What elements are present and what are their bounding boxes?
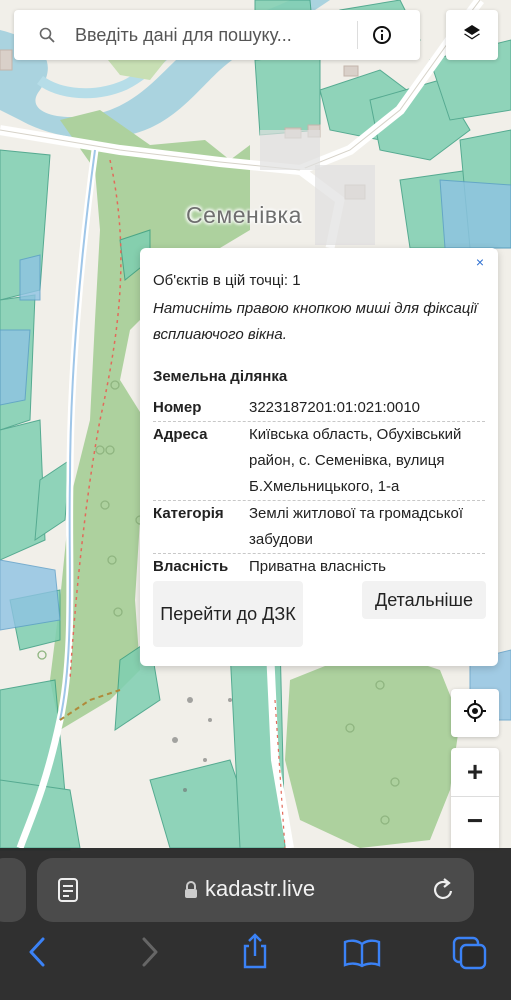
info-icon[interactable] xyxy=(371,24,393,46)
search-input[interactable] xyxy=(73,23,352,47)
layers-icon xyxy=(462,23,482,48)
row-ownership: Власність Приватна власність xyxy=(153,554,485,580)
back-icon[interactable] xyxy=(27,935,47,974)
row-value: Київська область, Обухівський район, с. … xyxy=(249,426,462,495)
close-icon[interactable]: × xyxy=(476,254,484,270)
reload-icon[interactable] xyxy=(430,876,456,909)
reader-mode-icon[interactable] xyxy=(56,877,80,908)
search-icon xyxy=(39,27,55,43)
row-number: Номер 3223187201:01:021:0010 xyxy=(153,395,485,421)
search-bar xyxy=(14,10,420,60)
parcel-popup: × Об'єктів в цій точці: 1 Натисніть прав… xyxy=(140,248,498,666)
row-address: Адреса Київська область, Обухівський рай… xyxy=(153,422,485,500)
tabs-icon[interactable] xyxy=(452,936,488,975)
objects-count: Об'єктів в цій точці: 1 xyxy=(153,272,301,289)
forward-icon[interactable] xyxy=(140,935,160,974)
locate-button[interactable] xyxy=(451,689,499,737)
previous-tab-edge[interactable] xyxy=(0,858,26,922)
row-key: Категорія xyxy=(153,505,224,522)
zoom-in-button[interactable]: + xyxy=(451,748,499,796)
row-category: Категорія Землі житлової та громадської … xyxy=(153,501,485,553)
zoom-out-button[interactable]: − xyxy=(451,797,499,845)
go-to-dzk-button[interactable]: Перейти до ДЗК xyxy=(153,581,303,647)
row-value: Приватна власність xyxy=(249,558,386,575)
place-label: Семенівка xyxy=(186,202,302,228)
row-key: Номер xyxy=(153,399,202,416)
row-value: 3223187201:01:021:0010 xyxy=(249,399,421,416)
share-icon[interactable] xyxy=(240,932,270,975)
row-key: Власність xyxy=(153,558,229,575)
url-text: kadastr.live xyxy=(205,876,316,901)
popup-hint: Натисніть правою кнопкою миші для фіксац… xyxy=(153,300,478,343)
bookmarks-icon[interactable] xyxy=(343,938,381,973)
lock-icon xyxy=(184,881,198,904)
section-title: Земельна ділянка xyxy=(153,368,288,385)
search-divider xyxy=(357,21,358,49)
row-key: Адреса xyxy=(153,426,208,443)
details-button[interactable]: Детальніше xyxy=(362,581,486,619)
locate-icon xyxy=(463,699,487,728)
layers-button[interactable] xyxy=(446,10,498,60)
row-value: Землі житлової та громадської забудови xyxy=(249,505,463,548)
zoom-controls: + − xyxy=(451,748,499,848)
